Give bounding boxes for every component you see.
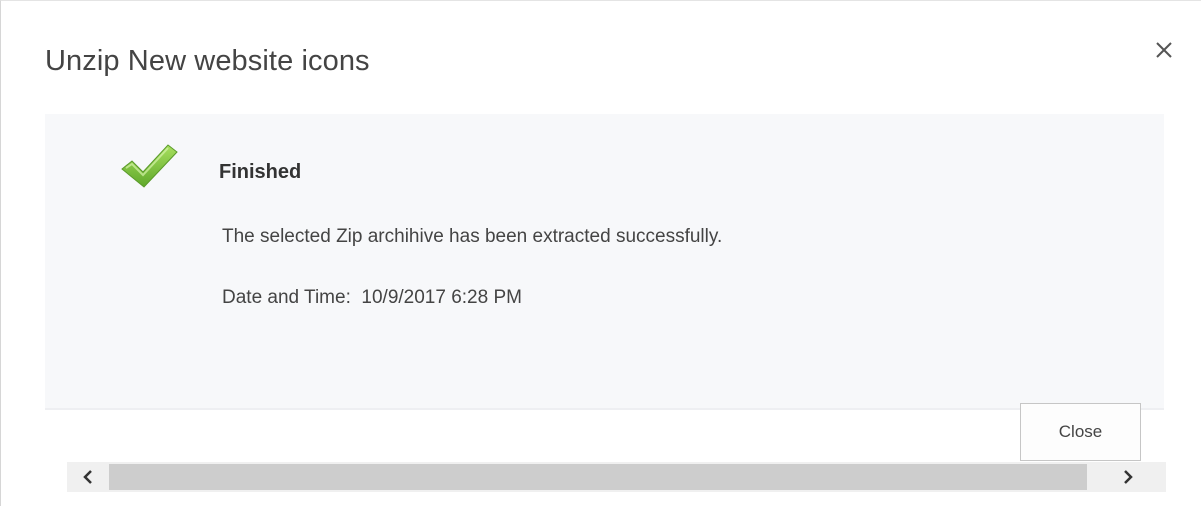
datetime-row: Date and Time: 10/9/2017 6:28 PM bbox=[222, 287, 522, 309]
datetime-label: Date and Time: bbox=[222, 287, 351, 308]
chevron-right-icon[interactable] bbox=[1113, 462, 1143, 492]
dialog-title: Unzip New website icons bbox=[45, 45, 370, 77]
close-icon[interactable] bbox=[1151, 37, 1177, 63]
chevron-left-icon[interactable] bbox=[73, 462, 103, 492]
checkmark-icon bbox=[120, 139, 180, 195]
content-panel bbox=[45, 114, 1164, 410]
unzip-dialog: Unzip New website icons Finished The sel… bbox=[0, 0, 1201, 506]
status-message: The selected Zip archihive has been extr… bbox=[222, 226, 723, 247]
datetime-value: 10/9/2017 6:28 PM bbox=[361, 287, 522, 308]
close-button[interactable]: Close bbox=[1020, 403, 1141, 461]
scrollbar-thumb[interactable] bbox=[109, 464, 1087, 490]
status-title: Finished bbox=[219, 161, 302, 183]
horizontal-scrollbar[interactable] bbox=[67, 462, 1166, 492]
